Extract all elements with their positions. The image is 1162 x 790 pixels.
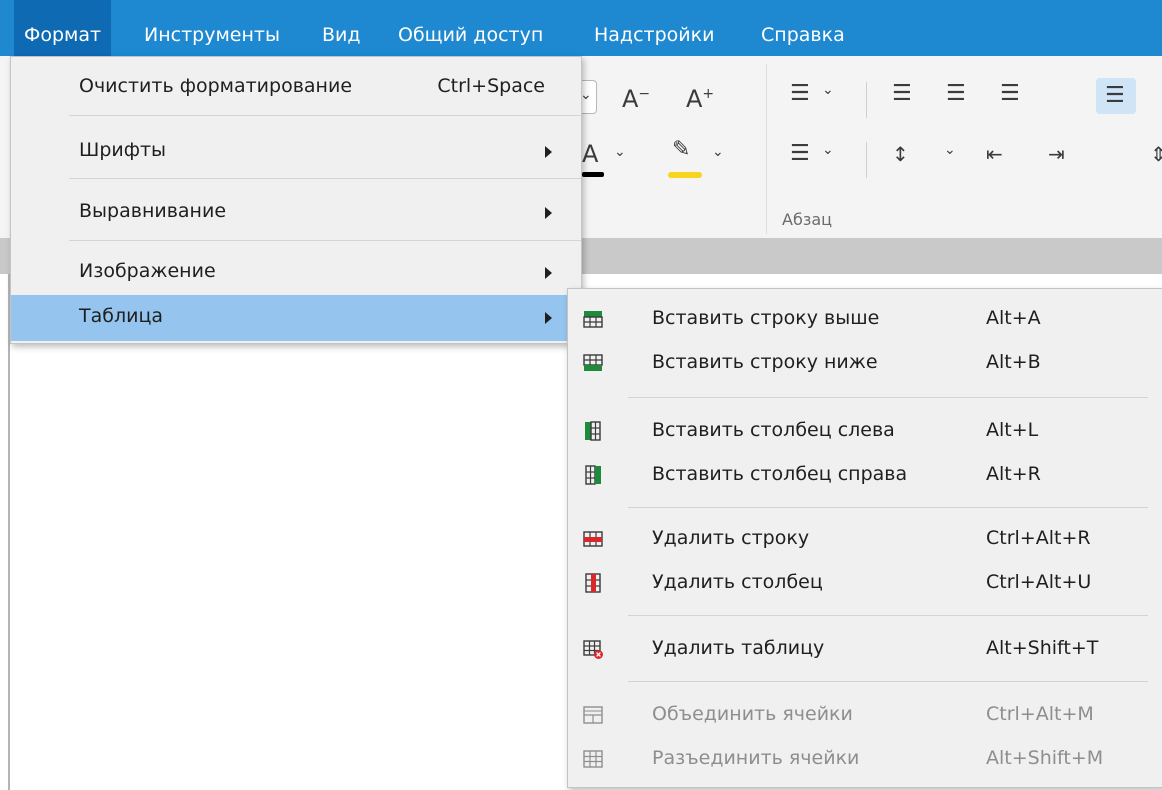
divider <box>866 82 867 118</box>
format-menu: Очистить форматирование Ctrl+Space Шрифт… <box>10 56 582 344</box>
menu-item-shortcut: Alt+A <box>986 307 1041 329</box>
menu-item-fonts[interactable]: Шрифты <box>11 129 581 175</box>
divider <box>866 142 867 178</box>
menu-item-image[interactable]: Изображение <box>11 250 581 296</box>
menu-help[interactable]: Справка <box>751 0 855 56</box>
chevron-down-icon[interactable]: ⌄ <box>614 144 626 160</box>
menu-item-shortcut: Alt+L <box>986 419 1039 441</box>
chevron-down-icon[interactable]: ⌄ <box>712 144 724 160</box>
merge-cells-icon <box>583 706 603 724</box>
document-edge <box>8 274 10 790</box>
increase-font-icon[interactable]: A+ <box>686 80 714 113</box>
menu-item-shortcut: Alt+Shift+T <box>986 637 1099 659</box>
menu-item-label: Таблица <box>79 305 164 327</box>
menu-item-label: Объединить ячейки <box>652 703 853 725</box>
menu-item-label: Удалить строку <box>652 527 810 549</box>
table-submenu: Вставить строку выше Alt+A Вставить стро… <box>567 288 1162 788</box>
insert-column-left-item[interactable]: Вставить столбец слева Alt+L <box>568 409 1162 453</box>
menu-view[interactable]: Вид <box>312 0 371 56</box>
divider <box>766 64 767 234</box>
menu-item-alignment[interactable]: Выравнивание <box>11 190 581 236</box>
highlighter-icon[interactable]: ✎ <box>672 136 690 164</box>
menu-item-label: Удалить столбец <box>652 571 823 593</box>
insert-row-below-icon <box>583 354 603 371</box>
highlighter-color-bar <box>668 172 702 178</box>
menu-item-label: Очистить форматирование <box>79 75 353 97</box>
paragraph-group-label: Абзац <box>782 210 833 229</box>
insert-column-left-icon <box>585 421 601 441</box>
line-spacing-icon[interactable]: ↕ <box>892 140 909 168</box>
menu-item-label: Вставить столбец справа <box>652 463 908 485</box>
insert-row-below-item[interactable]: Вставить строку ниже Alt+B <box>568 341 1162 385</box>
menu-item-shortcut: Alt+B <box>986 351 1041 373</box>
menu-item-clear-formatting[interactable]: Очистить форматирование Ctrl+Space <box>11 65 581 111</box>
font-color-bar <box>582 172 604 177</box>
menu-sharing[interactable]: Общий доступ <box>388 0 553 56</box>
menu-item-shortcut: Ctrl+Alt+R <box>986 527 1091 549</box>
insert-row-above-icon <box>583 311 603 328</box>
align-center-icon[interactable]: ☰ <box>946 80 966 108</box>
menu-item-shortcut: Ctrl+Alt+U <box>986 571 1092 593</box>
split-cells-item[interactable]: Разъединить ячейки Alt+Shift+M <box>568 737 1162 781</box>
menu-item-shortcut: Alt+R <box>986 463 1041 485</box>
submenu-arrow-icon <box>545 312 552 324</box>
merge-cells-item[interactable]: Объединить ячейки Ctrl+Alt+M <box>568 693 1162 737</box>
decrease-indent-icon[interactable]: ⇤ <box>986 140 1003 168</box>
menu-separator <box>69 178 581 179</box>
menu-item-label: Разъединить ячейки <box>652 747 860 769</box>
delete-table-item[interactable]: Удалить таблицу Alt+Shift+T <box>568 627 1162 671</box>
delete-column-item[interactable]: Удалить столбец Ctrl+Alt+U <box>568 561 1162 605</box>
menu-item-label: Шрифты <box>79 139 167 161</box>
menu-separator <box>69 115 581 116</box>
submenu-arrow-icon <box>545 146 552 158</box>
menu-bar: Формат Инструменты Вид Общий доступ Надс… <box>0 0 1162 56</box>
delete-column-icon <box>585 573 601 593</box>
split-cells-icon <box>583 750 603 768</box>
increase-indent-icon[interactable]: ⇥ <box>1048 140 1065 168</box>
insert-column-right-icon <box>585 465 601 485</box>
insert-column-right-item[interactable]: Вставить столбец справа Alt+R <box>568 453 1162 497</box>
menu-separator <box>628 507 1148 508</box>
chevron-down-icon[interactable]: ⌄ <box>944 142 956 158</box>
menu-item-shortcut: Alt+Shift+M <box>986 747 1104 769</box>
align-right-icon[interactable]: ☰ <box>1000 80 1020 108</box>
submenu-arrow-icon <box>545 207 552 219</box>
menu-separator <box>628 681 1148 682</box>
numbered-list-icon[interactable]: ☰ <box>790 140 810 168</box>
menu-addons[interactable]: Надстройки <box>584 0 724 56</box>
font-color-icon[interactable]: A <box>582 140 598 168</box>
menu-item-shortcut: Ctrl+Alt+M <box>986 703 1094 725</box>
decrease-font-icon[interactable]: A− <box>622 80 650 113</box>
menu-tools[interactable]: Инструменты <box>134 0 290 56</box>
bullet-list-icon[interactable]: ☰ <box>790 80 810 108</box>
menu-item-shortcut: Ctrl+Space <box>437 75 545 97</box>
menu-format[interactable]: Формат <box>14 0 112 56</box>
menu-separator <box>628 615 1148 616</box>
menu-item-table[interactable]: Таблица <box>11 295 581 341</box>
menu-item-label: Изображение <box>79 260 216 282</box>
delete-table-icon <box>583 640 603 659</box>
align-left-icon[interactable]: ☰ <box>892 80 912 108</box>
paragraph-spacing-icon[interactable]: ⇕ <box>1150 140 1162 168</box>
menu-separator <box>69 240 581 241</box>
delete-row-icon <box>583 531 603 547</box>
chevron-down-icon[interactable]: ⌄ <box>822 82 834 98</box>
menu-item-label: Выравнивание <box>79 200 227 222</box>
align-justify-icon: ☰ <box>1105 83 1125 108</box>
chevron-down-icon[interactable]: ⌄ <box>822 142 834 158</box>
insert-row-above-item[interactable]: Вставить строку выше Alt+A <box>568 297 1162 341</box>
menu-item-label: Вставить столбец слева <box>652 419 895 441</box>
menu-item-label: Удалить таблицу <box>652 637 825 659</box>
menu-separator <box>628 397 1148 398</box>
submenu-arrow-icon <box>545 267 552 279</box>
menu-item-label: Вставить строку ниже <box>652 351 878 373</box>
delete-row-item[interactable]: Удалить строку Ctrl+Alt+R <box>568 517 1162 561</box>
menu-item-label: Вставить строку выше <box>652 307 880 329</box>
align-justify-button[interactable]: ☰ <box>1096 78 1136 114</box>
